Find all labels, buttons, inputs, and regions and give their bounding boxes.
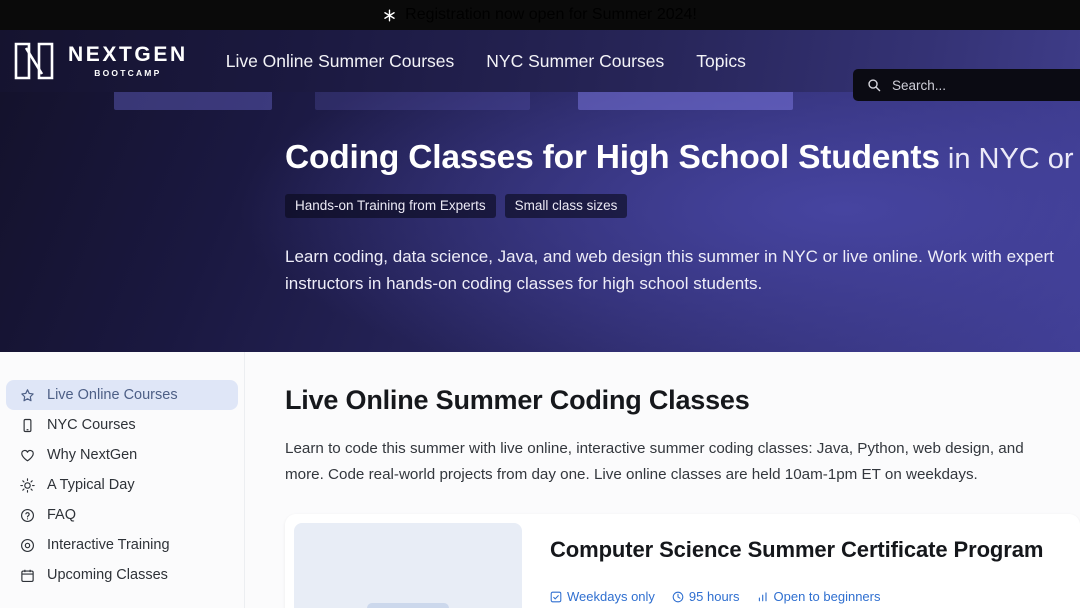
clock-icon [672,591,684,603]
hero-decoration-bar-3 [578,92,793,110]
thumbnail-shape [367,603,449,608]
hero-badges: Hands-on Training from Experts Small cla… [285,193,1080,218]
hero-decoration-bar-2 [315,92,530,110]
sun-icon [20,477,35,493]
course-card[interactable]: Computer Science Summer Certificate Prog… [285,514,1080,608]
announcement-text: Registration now open for Summer 2024! [405,6,697,23]
logo-subtitle: BOOTCAMP [94,68,162,79]
sidebar-item-label: NYC Courses [47,417,136,433]
checkbox-icon [550,591,562,603]
sidebar-item-label: A Typical Day [47,477,135,493]
course-thumbnail [294,523,522,608]
sidebar-item-label: Live Online Courses [47,387,178,403]
course-meta-weekdays-only: Weekdays only [550,589,655,604]
page-title: Live Online Summer Coding Classes [285,385,750,415]
sidebar-item-label: Upcoming Classes [47,567,168,583]
sidebar-item-live-online-courses[interactable]: Live Online Courses [6,380,238,410]
page-body: Live Online Courses NYC Courses Why Next… [0,352,1080,608]
page-description: Learn to code this summer with live onli… [285,440,1024,484]
hero-title: Coding Classes for High School Students … [285,139,1080,177]
phone-icon [20,418,35,433]
sidebar-item-interactive-training[interactable]: Interactive Training [6,530,238,560]
search-box[interactable]: Search... [853,69,1080,101]
sidebar-item-label: Why NextGen [47,447,138,463]
nav-item-live-online-summer-courses[interactable]: Live Online Summer Courses [226,51,455,72]
logo-name: NEXTGEN [68,43,188,67]
sidebar-item-label: Interactive Training [47,537,170,553]
search-placeholder: Search... [892,77,947,93]
sidebar-item-upcoming-classes[interactable]: Upcoming Classes [6,560,238,590]
logo-text: NEXTGEN BOOTCAMP [68,44,188,78]
question-circle-icon [20,508,35,523]
sidebar-item-faq[interactable]: FAQ [6,500,238,530]
main-content: Live Online Summer Coding Classes Learn … [245,352,1080,608]
course-meta-hours: 95 hours [672,589,740,604]
hero-decoration-bar-1 [114,92,272,110]
hero-title-light: in NYC or [939,143,1074,175]
star-icon [20,388,35,403]
search-icon [867,78,881,92]
hero-badge-small-class-sizes: Small class sizes [504,193,628,218]
hero-badge-hands-on-training: Hands-on Training from Experts [285,193,496,218]
hero-description: Learn coding, data science, Java, and we… [285,246,1054,293]
nav-item-topics[interactable]: Topics [696,51,746,72]
hero-title-strong: Coding Classes for High School Students [285,139,940,176]
course-meta: Weekdays only 95 hours Open to beginners [550,589,1043,604]
hero-section: Coding Classes for High School Students … [0,92,1080,352]
location-pin-icon [20,538,35,553]
heart-icon [20,448,35,463]
course-meta-open-to-beginners: Open to beginners [757,589,881,605]
sidebar: Live Online Courses NYC Courses Why Next… [0,352,245,608]
course-meta-label: Weekdays only [567,589,655,605]
site-header: NEXTGEN BOOTCAMP Live Online Summer Cour… [0,30,1080,101]
main-nav: Live Online Summer Courses NYC Summer Co… [226,51,746,72]
sidebar-item-why-nextgen[interactable]: Why NextGen [6,440,238,470]
nav-item-nyc-summer-courses[interactable]: NYC Summer Courses [486,51,664,72]
sidebar-item-nyc-courses[interactable]: NYC Courses [6,410,238,440]
sparkle-icon [383,9,396,22]
nextgen-logo-icon [12,40,56,82]
announcement-bar: Registration now open for Summer 2024! [0,0,1080,30]
course-meta-label: Open to beginners [773,589,881,605]
sidebar-item-label: FAQ [47,507,77,523]
course-title: Computer Science Summer Certificate Prog… [550,537,1044,563]
bars-icon [757,591,769,603]
sidebar-item-a-typical-day[interactable]: A Typical Day [6,470,238,500]
logo[interactable]: NEXTGEN BOOTCAMP [12,40,188,82]
calendar-icon [20,568,35,583]
course-meta-label: 95 hours [688,589,740,605]
